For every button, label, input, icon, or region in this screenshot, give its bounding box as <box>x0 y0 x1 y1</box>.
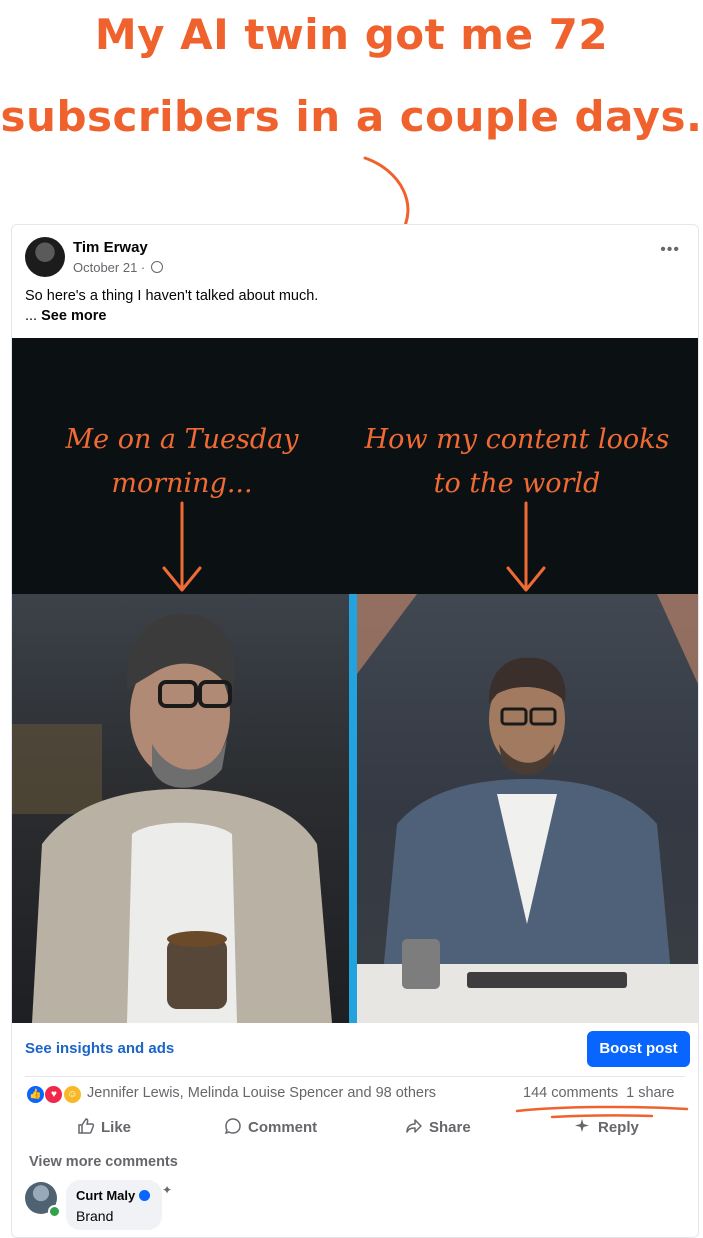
ai-sparkle-icon: ✦ <box>162 1183 173 1197</box>
reaction-names[interactable]: Jennifer Lewis, Melinda Louise Spencer a… <box>87 1085 436 1101</box>
reaction-icons[interactable]: 👍 ♥ ☺ <box>26 1085 82 1104</box>
comment-icon <box>224 1118 241 1135</box>
post-date-text: October 21 · <box>73 260 146 275</box>
share-button[interactable]: Share <box>405 1117 471 1136</box>
post-date[interactable]: October 21 · <box>73 260 163 275</box>
photo-left-tired <box>12 594 349 1023</box>
share-label: Share <box>429 1119 471 1136</box>
comment-label: Comment <box>248 1119 318 1136</box>
sparkle-icon <box>575 1119 589 1132</box>
see-more-line: ... See more <box>25 308 106 324</box>
comment-button[interactable]: Comment <box>224 1117 317 1136</box>
post-text: So here's a thing I haven't talked about… <box>25 288 319 304</box>
see-insights-link[interactable]: See insights and ads <box>25 1040 174 1057</box>
globe-icon <box>150 261 163 273</box>
engagement-counts: 144 comments 1 share <box>523 1085 674 1101</box>
polished-man-illustration <box>357 594 698 1023</box>
image-caption-right: How my content looks to the world <box>364 424 670 499</box>
post-author[interactable]: Tim Erway <box>73 239 148 256</box>
like-label: Like <box>101 1119 132 1136</box>
comment-count[interactable]: 144 comments <box>523 1085 618 1101</box>
like-button[interactable]: Like <box>77 1117 131 1136</box>
share-icon <box>406 1119 422 1133</box>
haha-icon: ☺ <box>62 1085 82 1104</box>
caption-arrow-left <box>162 501 202 592</box>
separator <box>25 1076 685 1077</box>
reply-button[interactable]: Reply <box>574 1117 639 1136</box>
post-image[interactable]: Me on a Tuesday morning... How my conten… <box>12 338 698 1023</box>
see-more-prefix: ... <box>25 308 42 324</box>
more-options-icon[interactable]: ••• <box>660 241 680 259</box>
headline-line-1: My AI twin got me 72 <box>94 10 609 59</box>
share-count[interactable]: 1 share <box>626 1085 674 1101</box>
author-avatar[interactable] <box>25 237 65 277</box>
love-icon: ♥ <box>44 1085 64 1104</box>
reply-label: Reply <box>598 1119 639 1136</box>
comment-text: Brand <box>76 1208 114 1224</box>
boost-post-button[interactable]: Boost post <box>587 1031 690 1067</box>
view-more-comments-link[interactable]: View more comments <box>29 1154 178 1170</box>
commenter-name-row: Curt Maly <box>76 1188 151 1203</box>
thumbs-up-icon <box>78 1118 95 1134</box>
see-more-link[interactable]: See more <box>41 308 106 324</box>
facebook-post: Tim Erway October 21 · ••• So here's a t… <box>11 224 699 1238</box>
like-icon: 👍 <box>26 1085 45 1104</box>
verified-badge-icon <box>139 1190 151 1201</box>
image-caption-left: Me on a Tuesday morning... <box>65 424 299 499</box>
commenter-name[interactable]: Curt Maly <box>76 1188 135 1203</box>
comment-bubble: Curt Maly Brand <box>66 1180 162 1230</box>
photo-right-polished <box>357 594 698 1023</box>
tired-man-illustration <box>12 613 332 1023</box>
image-divider <box>349 594 357 1023</box>
headline-line-2: subscribers in a couple days. <box>0 92 703 141</box>
caption-arrow-right <box>506 501 546 592</box>
online-status-dot <box>48 1205 61 1218</box>
